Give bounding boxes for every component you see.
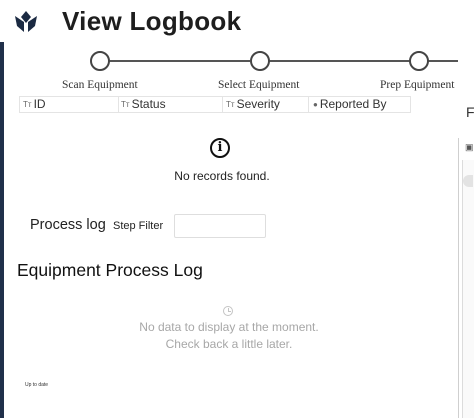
side-panel-heading: F	[466, 104, 474, 120]
page-title: View Logbook	[62, 6, 242, 36]
step-scan-equipment-circle[interactable]	[90, 51, 110, 71]
empty-table-message: No records found.	[174, 169, 270, 183]
side-panel-content	[462, 160, 474, 418]
column-divider[interactable]	[118, 97, 119, 112]
column-label: Reported By	[319, 97, 387, 111]
stepper-connector	[266, 60, 410, 62]
equipment-process-log-title: Equipment Process Log	[17, 260, 203, 280]
user-icon: ●	[313, 100, 318, 109]
text-type-icon: Tᴛ	[121, 100, 130, 109]
empty-state-hint: Check back a little later.	[165, 337, 293, 351]
stepper-connector	[100, 60, 250, 62]
empty-state-message: No data to display at the moment.	[139, 320, 319, 334]
column-header-id[interactable]: Tᴛ ID	[23, 97, 46, 112]
column-label: ID	[33, 97, 46, 111]
process-log-label: Process log	[30, 217, 106, 233]
stepper-connector	[426, 60, 458, 62]
info-icon: i	[210, 138, 230, 158]
side-panel-toggle[interactable]	[463, 175, 473, 187]
step-select-equipment-circle[interactable]	[250, 51, 270, 71]
step-prep-equipment-circle[interactable]	[409, 51, 429, 71]
records-table-header: Tᴛ ID Tᴛ Status Tᴛ Severity ● Reported By	[19, 96, 411, 113]
column-header-severity[interactable]: Tᴛ Severity	[226, 97, 280, 112]
clock-icon	[223, 306, 233, 316]
sync-status: Up to date	[25, 382, 49, 388]
column-divider[interactable]	[308, 97, 309, 112]
app-header: View Logbook	[0, 0, 474, 42]
tulip-logo-icon	[15, 11, 37, 32]
step-label[interactable]: Scan Equipment	[62, 79, 138, 91]
column-header-reported-by[interactable]: ● Reported By	[313, 97, 387, 112]
calendar-icon[interactable]: ▣	[465, 142, 474, 153]
column-header-status[interactable]: Tᴛ Status	[121, 97, 166, 112]
column-divider[interactable]	[222, 97, 223, 112]
step-label[interactable]: Select Equipment	[218, 79, 299, 91]
text-type-icon: Tᴛ	[23, 100, 32, 109]
step-filter-input[interactable]	[174, 214, 266, 238]
step-filter-label: Step Filter	[113, 220, 164, 232]
column-label: Severity	[236, 97, 280, 111]
step-label[interactable]: Prep Equipment	[380, 79, 454, 91]
column-label: Status	[131, 97, 166, 111]
left-edge-bar	[0, 42, 4, 418]
text-type-icon: Tᴛ	[226, 100, 235, 109]
